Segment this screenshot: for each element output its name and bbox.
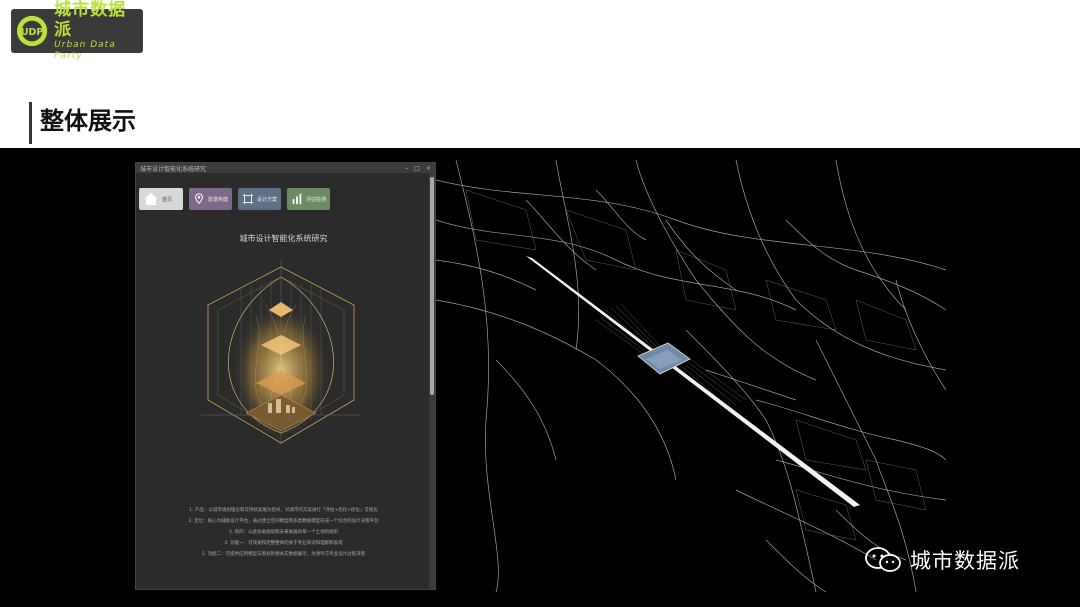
map-pin-icon (195, 193, 203, 205)
minimize-button[interactable]: – (405, 165, 408, 172)
description-notes: 1. 产品：以城市规划理论和可持续发展为指导，对城市的方案进行「评估+优化+优化… (136, 505, 431, 560)
title-accent-bar (29, 102, 32, 144)
nav-home-button[interactable]: 首页 (139, 188, 183, 210)
nav-design-button[interactable]: 设计方案 (238, 188, 281, 210)
wechat-watermark: 城市数据派 (864, 545, 1020, 575)
note-item: 3. 目的：以此协助规划和未来发展的每一个土地的组织 (228, 530, 339, 535)
watermark-text: 城市数据派 (910, 549, 1020, 573)
home-icon (144, 193, 158, 205)
nav-home-label: 首页 (162, 196, 173, 203)
wechat-icon (865, 547, 901, 572)
nav-vision-button[interactable]: 愿景构建 (189, 188, 232, 210)
note-item: 4. 功能一：可快速和完整整体的关于专业知识和理解和表现 (224, 541, 343, 546)
nav-bar: 首页 愿景构建 设计方案 评估检测 (139, 188, 330, 210)
note-item: 2. 定位：核心为辅助设计平台，通过建立空间模型和多类数据模型形成一个综合的设计… (188, 519, 379, 524)
scrollbar-thumb[interactable] (430, 177, 434, 395)
brand-name-en: Urban Data Party (54, 40, 116, 61)
nav-design-label: 设计方案 (256, 196, 277, 203)
page-title: 整体展示 (40, 107, 136, 135)
nav-vision-label: 愿景构建 (207, 196, 228, 203)
brand-logo: UDP 城市数据派 Urban Data Party (11, 0, 143, 61)
brand-name-cn: 城市数据派 (54, 0, 127, 40)
udp-logo-icon: UDP (16, 15, 48, 47)
app-window: 城市设计智能化系统研究 – □ × 首页 愿景构建 设计方案 评估检测 城市设计… (135, 162, 436, 590)
hexagon-3d-visualization (201, 260, 361, 445)
note-item: 1. 产品：以城市规划理论和可持续发展为指导，对城市的方案进行「评估+优化+优化… (189, 508, 378, 513)
window-titlebar[interactable]: 城市设计智能化系统研究 – □ × (136, 163, 435, 173)
street-map-view[interactable] (436, 160, 946, 592)
bar-chart-icon (292, 193, 302, 205)
note-item: 5. 功能二：可提供应用模型与策划的相关实数据展示，为领导方专业设计过程决策 (201, 552, 366, 557)
nav-eval-label: 评估检测 (305, 196, 326, 203)
close-button[interactable]: × (426, 165, 431, 172)
nav-eval-button[interactable]: 评估检测 (287, 188, 330, 210)
maximize-button[interactable]: □ (414, 165, 420, 172)
svg-text:UDP: UDP (21, 27, 43, 38)
window-title: 城市设计智能化系统研究 (140, 165, 207, 173)
app-heading: 城市设计智能化系统研究 (239, 234, 328, 243)
grid-icon (242, 193, 254, 205)
